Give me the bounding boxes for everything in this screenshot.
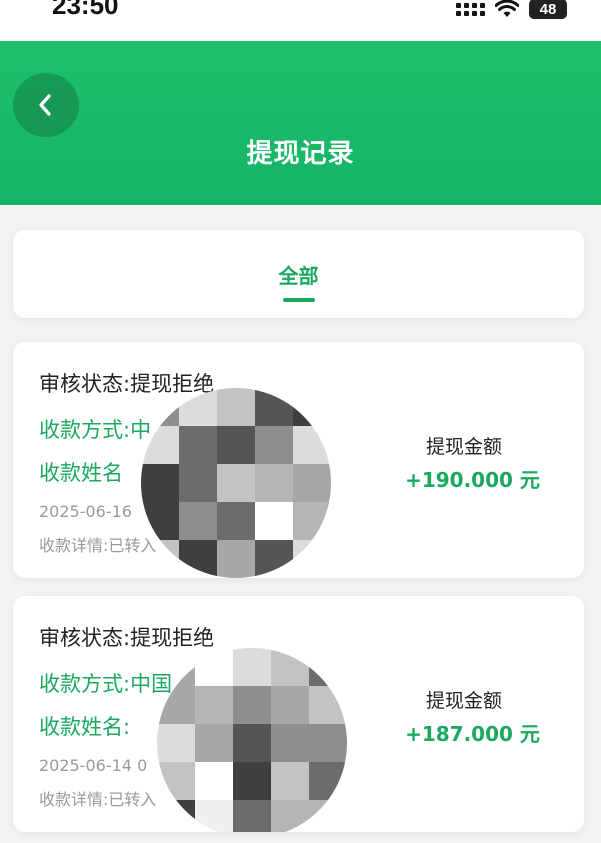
amount-value: +187.000 元 xyxy=(405,722,540,746)
review-status: 审核状态:提现拒绝 xyxy=(39,626,215,650)
amount-value: +190.000 元 xyxy=(405,468,540,492)
tab-active-indicator xyxy=(283,298,315,302)
payee-name: 收款姓名 xyxy=(39,461,123,485)
status-time: 23:50 xyxy=(52,0,119,20)
amount-label: 提现金额 xyxy=(425,690,502,712)
privacy-mosaic xyxy=(157,648,347,832)
page-title: 提现记录 xyxy=(246,139,355,169)
wifi-icon xyxy=(495,0,519,17)
back-button[interactable] xyxy=(13,73,79,137)
record-date: 2025-06-16 xyxy=(39,502,132,521)
tabs-card: 全部 xyxy=(13,230,584,318)
withdrawal-record-card[interactable]: 审核状态:提现拒绝 收款方式:中 收款姓名 2025-06-16 收款详情:已转… xyxy=(13,342,584,578)
page-header: 提现记录 xyxy=(0,41,601,205)
payment-detail: 收款详情:已转入 xyxy=(39,790,157,809)
payment-method: 收款方式:中国 xyxy=(39,672,173,696)
record-date: 2025-06-14 0 xyxy=(39,756,148,775)
status-icons: 48 xyxy=(456,0,567,20)
chevron-left-icon xyxy=(39,94,51,116)
payment-detail: 收款详情:已转入 xyxy=(39,536,157,555)
withdrawal-record-card[interactable]: 审核状态:提现拒绝 收款方式:中国 收款姓名: 2025-06-14 0 收款详… xyxy=(13,596,584,832)
payment-method: 收款方式:中 xyxy=(39,418,152,442)
review-status: 审核状态:提现拒绝 xyxy=(39,372,215,396)
privacy-mosaic xyxy=(141,388,331,578)
tab-all[interactable]: 全部 xyxy=(13,260,584,289)
amount-label: 提现金额 xyxy=(425,436,502,458)
status-bar: 23:50 48 xyxy=(0,0,601,41)
battery-icon: 48 xyxy=(529,0,567,19)
signal-icon xyxy=(456,2,485,16)
payee-name: 收款姓名: xyxy=(39,715,131,739)
